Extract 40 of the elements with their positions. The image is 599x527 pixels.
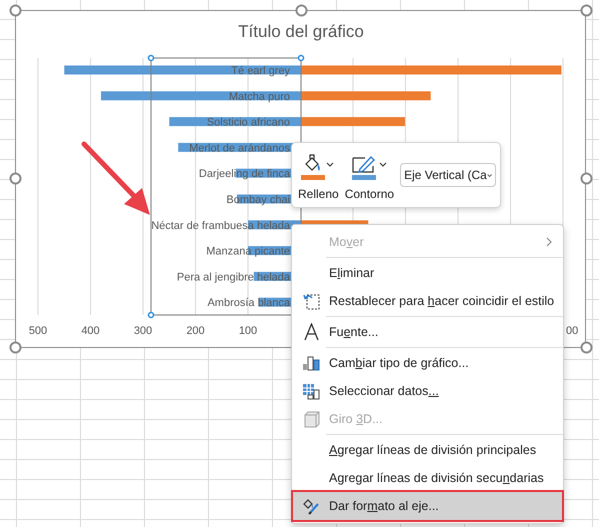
font-icon [302,323,320,341]
resize-handle[interactable] [8,4,22,16]
resize-handle[interactable] [8,340,22,354]
menu-item[interactable]: Dar formato al eje... [293,492,562,520]
chevron-down-icon [379,162,388,166]
menu-item[interactable]: Cambiar tipo de gráfico... [293,349,562,377]
pencil-icon [351,154,378,174]
outline-button[interactable]: Contorno [344,150,394,200]
chevron-down-icon [326,162,334,166]
menu-item[interactable]: Fuente... [293,318,562,346]
menu-item[interactable]: Eliminar [293,259,562,287]
tick-label: 100 [238,325,258,337]
resize-handle[interactable] [294,4,308,16]
element-dropdown[interactable]: Eje Vertical (Ca [400,163,496,187]
resize-handle[interactable] [580,4,592,16]
menu-item[interactable]: Agregar líneas de división secundarias [293,464,562,492]
tick-label: 500 [28,325,48,337]
resize-handle[interactable] [580,172,592,184]
menu-item[interactable]: Agregar líneas de división principales [293,436,562,464]
resize-handle[interactable] [8,172,22,184]
menu-item[interactable]: Restablecer para hacer coincidir el estilo [293,287,562,315]
chevron-down-icon [486,172,492,178]
tick-label: 400 [81,325,100,337]
category-label: Pera al jengibre helada [176,271,290,284]
format-brush-icon [302,498,320,514]
bar-chart-icon [302,355,320,371]
resize-handle[interactable] [580,340,592,354]
tick-label: 00 [566,325,578,337]
tick-label: 200 [186,325,205,337]
reset-icon [302,292,320,310]
menu-item[interactable]: Seleccionar datos... [293,377,562,405]
table-icon [302,382,320,400]
category-label: Té earl grey [231,65,290,77]
category-label: Merlot de arándanos [189,142,290,154]
fill-button[interactable]: Relleno [298,150,339,200]
tick-label: 300 [134,325,152,337]
category-label: Matcha puro [228,90,290,103]
category-label: Solsticio africano [206,116,290,129]
cube-icon [302,410,320,428]
chart-title: Título del gráfico [238,22,364,41]
